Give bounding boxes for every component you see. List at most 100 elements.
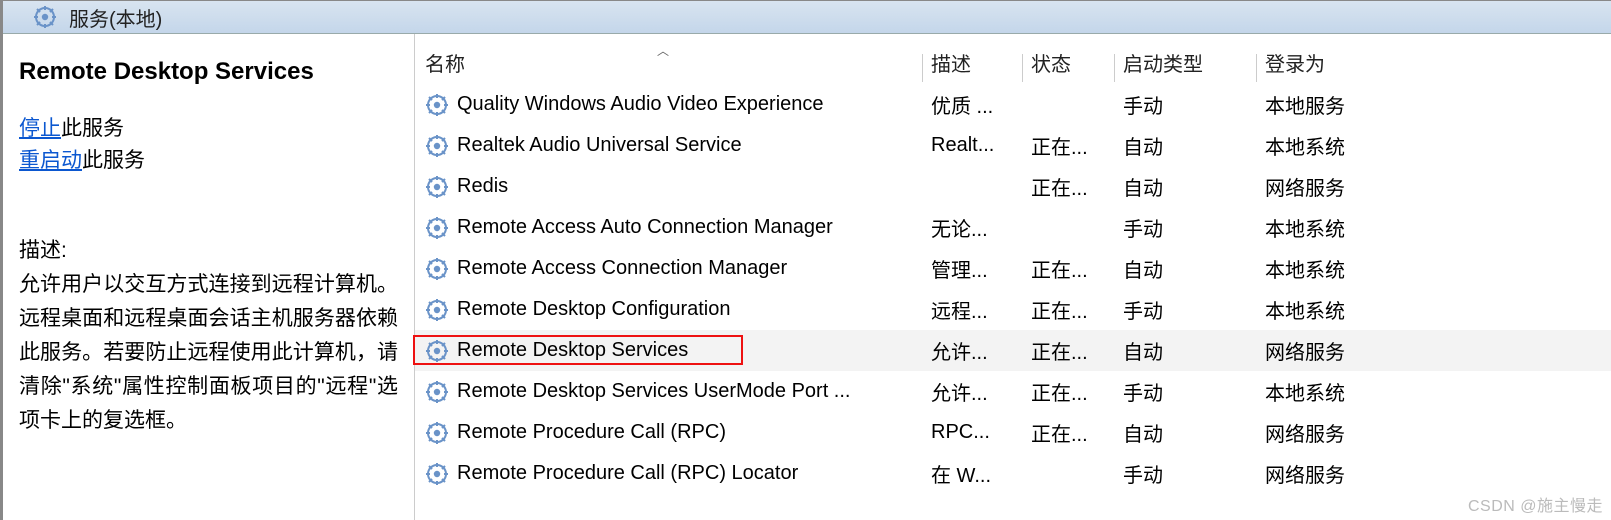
header-status[interactable]: 状态 [1023, 48, 1115, 77]
cell-startup: 手动 [1115, 213, 1257, 242]
header-name-label: 名称 [425, 54, 465, 76]
selected-service-title: Remote Desktop Services [19, 58, 398, 86]
description-label: 描述: [19, 234, 398, 264]
gear-icon [425, 93, 449, 117]
cell-startup: 自动 [1115, 172, 1257, 201]
service-row[interactable]: Remote Desktop Services UserMode Port ..… [415, 371, 1611, 412]
details-pane: Remote Desktop Services 停止此服务 重启动此服务 描述:… [3, 34, 415, 520]
service-name: Remote Procedure Call (RPC) Locator [457, 462, 798, 485]
cell-desc: 管理... [923, 254, 1023, 283]
cell-name: Remote Desktop Services UserMode Port ..… [415, 380, 923, 404]
content-area: Remote Desktop Services 停止此服务 重启动此服务 描述:… [3, 34, 1611, 520]
gear-icon [425, 421, 449, 445]
stop-action: 停止此服务 [19, 114, 398, 144]
service-row[interactable]: Remote Procedure Call (RPC) Locator在 W..… [415, 453, 1611, 494]
header-logon-label: 登录为 [1265, 54, 1325, 76]
service-row[interactable]: Remote Desktop Configuration 远程...正在...手动… [415, 289, 1611, 330]
cell-logon: 网络服务 [1257, 459, 1457, 488]
cell-desc: RPC... [923, 421, 1023, 444]
service-name: Remote Access Auto Connection Manager [457, 216, 833, 239]
cell-name: Remote Procedure Call (RPC) [415, 421, 923, 445]
header-startup-label: 启动类型 [1123, 54, 1203, 76]
header-name[interactable]: 名称 ︿ [415, 48, 923, 77]
cell-logon: 网络服务 [1257, 336, 1457, 365]
cell-startup: 自动 [1115, 131, 1257, 160]
cell-name: Remote Desktop Services [415, 339, 923, 363]
titlebar-text: 服务(本地) [69, 3, 162, 32]
cell-desc: 无论... [923, 213, 1023, 242]
cell-status: 正在... [1023, 295, 1115, 324]
window-frame: 服务(本地) Remote Desktop Services 停止此服务 重启动… [0, 0, 1611, 520]
gear-icon [425, 339, 449, 363]
cell-status: 正在... [1023, 254, 1115, 283]
cell-desc: 允许... [923, 377, 1023, 406]
header-desc-label: 描述 [931, 54, 971, 76]
service-row[interactable]: Quality Windows Audio Video Experience 优质… [415, 84, 1611, 125]
stop-suffix: 此服务 [61, 117, 124, 140]
cell-name: Remote Desktop Configuration [415, 298, 923, 322]
list-pane: 名称 ︿ 描述 状态 启动类型 登录为 [415, 34, 1611, 520]
cell-logon: 本地系统 [1257, 131, 1457, 160]
gear-icon [425, 462, 449, 486]
header-logon[interactable]: 登录为 [1257, 48, 1457, 77]
service-row[interactable]: Realtek Audio Universal Service Realt...正… [415, 125, 1611, 166]
cell-status: 正在... [1023, 336, 1115, 365]
cell-logon: 网络服务 [1257, 172, 1457, 201]
service-name: Remote Desktop Services [457, 339, 688, 362]
watermark: CSDN @施主慢走 [1468, 492, 1603, 516]
cell-startup: 自动 [1115, 254, 1257, 283]
cell-status: 正在... [1023, 418, 1115, 447]
cell-startup: 手动 [1115, 90, 1257, 119]
gear-icon [425, 134, 449, 158]
sort-caret-icon: ︿ [657, 42, 669, 59]
cell-name: Redis [415, 175, 923, 199]
restart-action: 重启动此服务 [19, 146, 398, 176]
cell-logon: 本地系统 [1257, 254, 1457, 283]
cell-startup: 手动 [1115, 295, 1257, 324]
cell-startup: 手动 [1115, 377, 1257, 406]
gear-icon [425, 257, 449, 281]
service-row[interactable]: Remote Access Connection Manager 管理...正在.… [415, 248, 1611, 289]
gear-icon [425, 175, 449, 199]
cell-logon: 本地系统 [1257, 295, 1457, 324]
header-status-label: 状态 [1031, 54, 1071, 76]
header-startup[interactable]: 启动类型 [1115, 48, 1257, 77]
service-row[interactable]: Remote Access Auto Connection Manager 无论.… [415, 207, 1611, 248]
restart-link[interactable]: 重启动 [19, 149, 82, 172]
gear-icon [425, 380, 449, 404]
service-name: Remote Desktop Configuration [457, 298, 730, 321]
service-row[interactable]: Redis正在...自动网络服务 [415, 166, 1611, 207]
service-name: Realtek Audio Universal Service [457, 134, 742, 157]
cell-logon: 本地服务 [1257, 90, 1457, 119]
cell-name: Realtek Audio Universal Service [415, 134, 923, 158]
cell-logon: 本地系统 [1257, 213, 1457, 242]
cell-startup: 自动 [1115, 418, 1257, 447]
header-desc[interactable]: 描述 [923, 48, 1023, 77]
service-name: Remote Access Connection Manager [457, 257, 787, 280]
cell-desc: 允许... [923, 336, 1023, 365]
cell-status: 正在... [1023, 377, 1115, 406]
column-headers: 名称 ︿ 描述 状态 启动类型 登录为 [415, 42, 1611, 82]
cell-desc: Realt... [923, 134, 1023, 157]
gear-icon [425, 216, 449, 240]
description-body: 允许用户以交互方式连接到远程计算机。远程桌面和远程桌面会话主机服务器依赖此服务。… [19, 268, 398, 438]
restart-suffix: 此服务 [82, 149, 145, 172]
cell-logon: 本地系统 [1257, 377, 1457, 406]
cell-desc: 优质 ... [923, 90, 1023, 119]
cell-desc: 远程... [923, 295, 1023, 324]
service-row[interactable]: Remote Procedure Call (RPC) RPC...正在...自动… [415, 412, 1611, 453]
cell-name: Remote Access Connection Manager [415, 257, 923, 281]
service-name: Remote Procedure Call (RPC) [457, 421, 726, 444]
cell-name: Remote Access Auto Connection Manager [415, 216, 923, 240]
service-name: Redis [457, 175, 508, 198]
service-list[interactable]: Quality Windows Audio Video Experience 优质… [415, 84, 1611, 494]
service-name: Quality Windows Audio Video Experience [457, 93, 824, 116]
service-row[interactable]: Remote Desktop Services允许...正在...自动网络服务 [415, 330, 1611, 371]
stop-link[interactable]: 停止 [19, 117, 61, 140]
cell-status: 正在... [1023, 131, 1115, 160]
cell-name: Quality Windows Audio Video Experience [415, 93, 923, 117]
gear-icon [33, 5, 57, 29]
gear-icon [425, 298, 449, 322]
cell-logon: 网络服务 [1257, 418, 1457, 447]
cell-name: Remote Procedure Call (RPC) Locator [415, 462, 923, 486]
